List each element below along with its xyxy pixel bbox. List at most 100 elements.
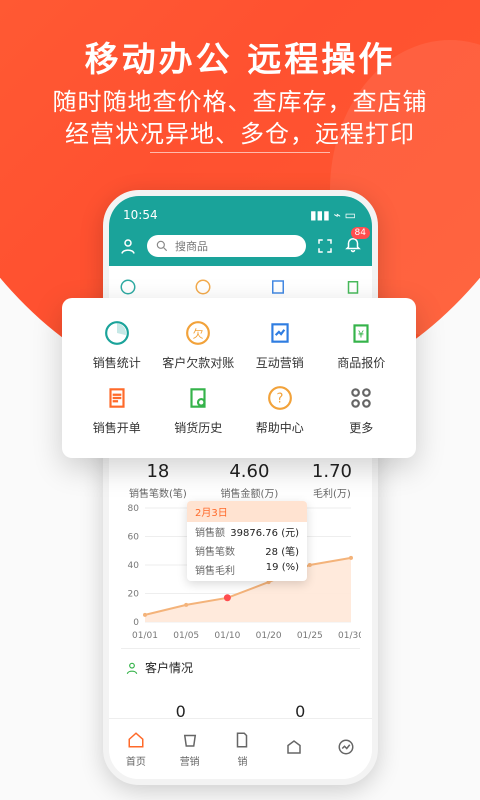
tooltip-unit: (元)	[281, 528, 299, 539]
tooltip-number: 28	[265, 547, 278, 558]
feature-grid: 销售统计 欠 客户欠款对账 互动营销 ¥ 商品报价 销售开单 销货历史 ? 帮助…	[76, 320, 402, 436]
quick-icon-4[interactable]	[344, 278, 362, 296]
hero-subtitle-line-2: 经营状况异地、多仓，远程打印	[65, 120, 415, 148]
notification-button[interactable]: 84	[344, 227, 370, 257]
svg-text:欠: 欠	[193, 326, 204, 340]
search-icon	[156, 240, 168, 252]
user-icon[interactable]	[119, 237, 137, 255]
scan-icon[interactable]	[316, 237, 334, 255]
notification-badge: 84	[350, 227, 370, 239]
app-bar: 搜商品 84	[119, 227, 370, 258]
document-icon	[237, 732, 248, 747]
tooltip-number: 19	[265, 562, 279, 573]
sales-history-icon	[190, 388, 206, 408]
status-icons: ▮▮▮ ⌁ ▭	[310, 208, 356, 222]
help-center-icon: ?	[267, 386, 292, 410]
tooltip-row: 销售毛利 19 (%)	[187, 560, 307, 579]
y-tick-label: 60	[128, 533, 140, 543]
y-tick-label: 80	[128, 504, 140, 514]
feature-item[interactable]: 销售统计	[76, 320, 158, 371]
quick-icon-1[interactable]	[119, 278, 137, 296]
feature-label: 帮助中心	[255, 421, 304, 435]
quick-icon-2[interactable]	[194, 278, 212, 296]
feature-item[interactable]: 销售开单	[76, 385, 158, 436]
status-time: 10:54	[123, 208, 158, 222]
interactive-marketing-icon	[271, 323, 289, 343]
phone-header: 10:54 ▮▮▮ ⌁ ▭ 搜商品 84	[109, 196, 372, 266]
hero-subtitle-line-1: 随时随地查价格、查库存，查店铺	[52, 88, 428, 116]
wifi-icon: ⌁	[333, 208, 341, 222]
tooltip-label: 销售笔数	[195, 547, 235, 558]
tooltip-value: 19 (%)	[266, 562, 299, 577]
feature-item[interactable]: 欠 客户欠款对账	[158, 320, 240, 371]
tab-label: 首页	[125, 756, 146, 768]
feature-popup: 销售统计 欠 客户欠款对账 互动营销 ¥ 商品报价 销售开单 销货历史 ? 帮助…	[62, 298, 416, 458]
feature-label: 更多	[349, 421, 374, 435]
kpi-value: 18	[146, 461, 170, 482]
feature-label: 销售统计	[92, 356, 141, 370]
quick-icons-row	[119, 278, 362, 296]
feature-label: 销货历史	[174, 421, 223, 435]
hero-title: 移动办公 远程操作	[84, 40, 396, 80]
chart-point	[223, 594, 231, 602]
feature-item[interactable]: ? 帮助中心	[239, 385, 321, 436]
tab-store[interactable]	[285, 738, 303, 760]
quick-icon-3[interactable]	[269, 278, 287, 296]
tooltip-row: 销售笔数 28 (笔)	[187, 541, 307, 560]
phone-mockup: 10:54 ▮▮▮ ⌁ ▭ 搜商品 84 18 销售笔数(笔) 4.60 销售金…	[103, 190, 378, 785]
chart-point	[349, 555, 353, 560]
chart-point	[143, 612, 147, 617]
phone-status-bar: 10:54 ▮▮▮ ⌁ ▭	[123, 208, 356, 222]
x-tick-label: 01/05	[173, 631, 199, 641]
tooltip-label: 销售额	[195, 528, 225, 539]
y-tick-label: 20	[128, 590, 140, 600]
kpi-stat: 4.60 销售金额(万)	[220, 461, 278, 500]
search-bar[interactable]: 搜商品	[147, 235, 306, 257]
battery-icon: ▭	[344, 208, 356, 222]
kpi-stat: 1.70 毛利(万)	[312, 461, 352, 500]
search-placeholder: 搜商品	[175, 240, 208, 253]
chart-point	[184, 602, 189, 607]
feature-item[interactable]: ¥ 商品报价	[321, 320, 403, 371]
bottom-tab-bar: 首页 营销 销	[109, 718, 372, 779]
tab-home[interactable]: 首页	[126, 731, 146, 768]
y-tick-label: 0	[133, 618, 139, 628]
hero-subtitle: 随时随地查价格、查库存，查店铺 经营状况异地、多仓，远程打印	[0, 86, 480, 150]
x-tick-label: 01/20	[256, 631, 282, 641]
feature-label: 销售开单	[92, 421, 141, 435]
feature-item[interactable]: 更多	[321, 385, 403, 436]
feature-label: 客户欠款对账	[162, 356, 235, 370]
y-tick-label: 40	[128, 561, 140, 571]
store-icon	[287, 740, 302, 754]
tooltip-unit: (笔)	[281, 547, 299, 558]
customer-values: 0 0	[121, 686, 360, 721]
tooltip-number: 39876.76	[230, 528, 278, 539]
chart-point	[307, 563, 312, 567]
feature-item[interactable]: 销货历史	[158, 385, 240, 436]
marketing-icon	[183, 734, 196, 747]
x-tick-label: 01/10	[214, 631, 240, 641]
svg-text:?: ?	[276, 391, 283, 406]
tab-analytics[interactable]	[337, 738, 355, 760]
kpi-value: 4.60	[229, 461, 270, 482]
kpi-stats: 18 销售笔数(笔) 4.60 销售金额(万) 1.70 毛利(万)	[129, 461, 352, 500]
customer-debt-icon: 欠	[186, 321, 211, 345]
tab-label: 销	[237, 756, 248, 768]
tooltip-unit: (%)	[281, 562, 299, 573]
tooltip-label: 销售毛利	[195, 566, 235, 577]
feature-item[interactable]: 互动营销	[239, 320, 321, 371]
tab-sales[interactable]: 销	[233, 731, 251, 768]
signal-icon: ▮▮▮	[309, 208, 330, 222]
customer-icon	[126, 662, 138, 674]
x-tick-label: 01/01	[132, 631, 158, 641]
sales-order-icon	[109, 388, 125, 408]
x-tick-label: 01/25	[297, 631, 323, 641]
svg-text:¥: ¥	[358, 329, 364, 340]
tab-marketing[interactable]: 营销	[180, 731, 200, 768]
kpi-value: 1.70	[311, 461, 352, 482]
tooltip-value: 28 (笔)	[265, 543, 299, 558]
product-quote-icon: ¥	[353, 324, 369, 343]
kpi-stat: 18 销售笔数(笔)	[129, 461, 187, 500]
x-tick-label: 01/30	[338, 631, 361, 641]
customer-section-title: 客户情况	[145, 661, 194, 675]
